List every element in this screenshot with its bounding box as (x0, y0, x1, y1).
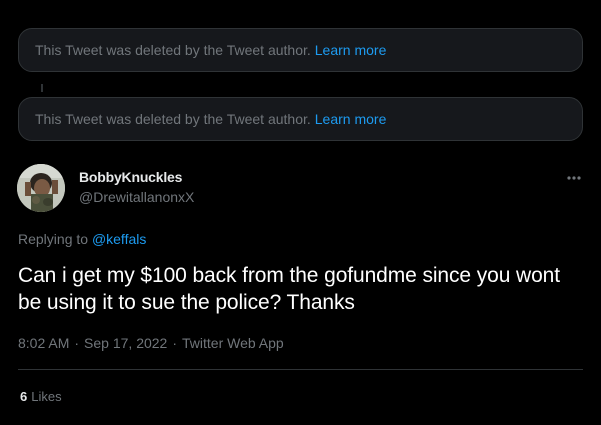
tweet-client-link[interactable]: Twitter Web App (182, 335, 284, 351)
avatar-image (17, 164, 65, 212)
avatar[interactable] (17, 164, 65, 212)
tweet-date-link[interactable]: Sep 17, 2022 (84, 335, 167, 351)
tweet-text: Can i get my $100 back from the gofundme… (18, 264, 560, 314)
deleted-tweet-notice: This Tweet was deleted by the Tweet auth… (18, 28, 583, 72)
author-handle[interactable]: @DrewitallanonxX (79, 189, 194, 205)
divider (18, 369, 583, 370)
replying-to-mention-link[interactable]: @keffals (92, 231, 146, 247)
metadata-separator: · (74, 335, 80, 351)
likes-label: Likes (31, 389, 62, 404)
tweet-time-link[interactable]: 8:02 AM (18, 335, 69, 351)
learn-more-link[interactable]: Learn more (315, 42, 387, 58)
deleted-tweet-notice: This Tweet was deleted by the Tweet auth… (18, 97, 583, 141)
deleted-notice-text: This Tweet was deleted by the Tweet auth… (35, 42, 311, 58)
deleted-notice-text: This Tweet was deleted by the Tweet auth… (35, 111, 311, 127)
likes-link[interactable]: 6 Likes (20, 389, 62, 404)
replying-to: Replying to @keffals (18, 231, 146, 247)
more-horizontal-icon[interactable] (564, 168, 584, 188)
learn-more-link[interactable]: Learn more (315, 111, 387, 127)
metadata-separator: · (172, 335, 178, 351)
thread-connector-line (41, 84, 43, 92)
author-display-name[interactable]: BobbyKnuckles (79, 169, 182, 185)
replying-to-label: Replying to (18, 231, 89, 247)
tweet-metadata: 8:02 AM · Sep 17, 2022 · Twitter Web App (18, 335, 284, 351)
likes-count: 6 (20, 389, 28, 404)
